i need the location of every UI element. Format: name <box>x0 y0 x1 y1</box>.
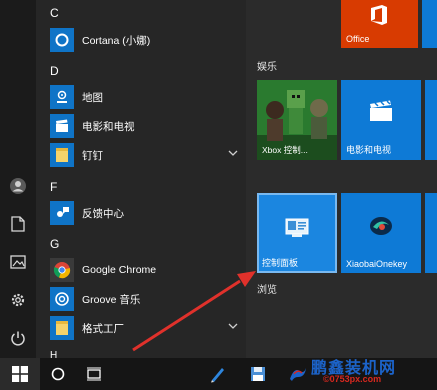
windows-logo-icon <box>12 366 28 382</box>
taskbar-app-pen[interactable] <box>204 358 232 390</box>
watermark-url: ©0753px.com <box>323 374 382 384</box>
search-cortana-button[interactable] <box>44 358 72 390</box>
floppy-disk-icon <box>251 367 265 381</box>
red-arrow-annotation <box>132 271 256 352</box>
pen-icon <box>211 368 224 383</box>
start-button[interactable] <box>0 358 40 390</box>
task-view-button[interactable] <box>80 358 108 390</box>
taskbar-app-save[interactable] <box>244 358 272 390</box>
task-view-icon <box>87 367 101 381</box>
watermark: 鹏鑫装机网 ©0753px.com <box>283 354 433 390</box>
cortana-circle-icon <box>51 367 65 381</box>
